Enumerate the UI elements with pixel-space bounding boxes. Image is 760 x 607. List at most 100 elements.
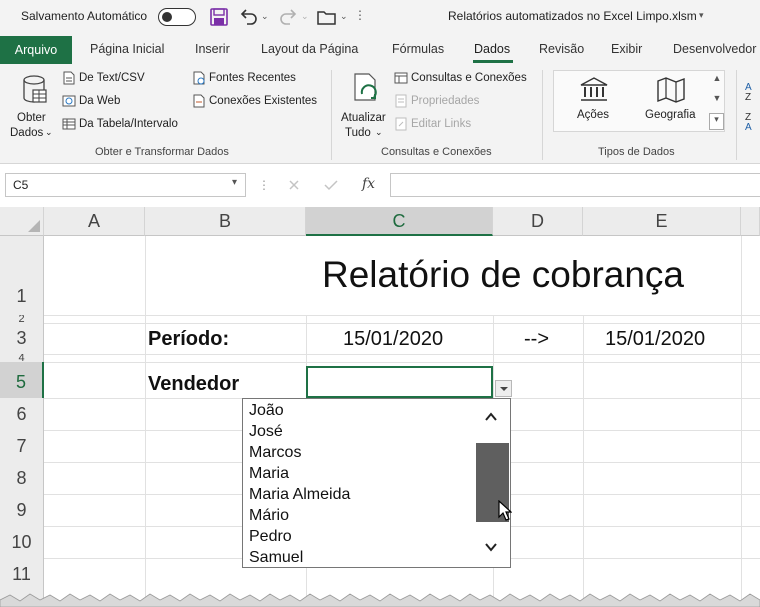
- gallery-scroll-up[interactable]: ▲: [710, 73, 724, 89]
- svg-text:Z: Z: [745, 92, 751, 103]
- text-file-icon: [63, 71, 75, 85]
- row-header-4[interactable]: 4: [0, 354, 44, 362]
- refresh-label-2: Tudo: [345, 127, 371, 139]
- open-folder-icon[interactable]: [316, 6, 338, 28]
- ribbon-separator: [542, 70, 543, 160]
- column-header-f[interactable]: [741, 207, 760, 236]
- row-header-2[interactable]: 2: [0, 315, 44, 323]
- from-text-csv-button[interactable]: De Text/CSV: [79, 72, 145, 84]
- select-all-icon: [28, 220, 40, 232]
- geography-label: Geografia: [645, 109, 696, 121]
- get-data-chevron-icon: ⌄: [45, 127, 53, 137]
- list-item[interactable]: João: [249, 402, 284, 420]
- gallery-scroll-down[interactable]: ▼: [710, 93, 724, 109]
- period-start: 15/01/2020: [343, 328, 444, 350]
- recent-sources-button[interactable]: Fontes Recentes: [209, 72, 296, 84]
- row-header-7[interactable]: 7: [0, 430, 44, 462]
- web-icon: [62, 95, 76, 107]
- gallery-expand[interactable]: ▾: [709, 113, 724, 130]
- edit-links-button[interactable]: Editar Links: [411, 118, 471, 130]
- period-end: 15/01/2020: [605, 328, 706, 350]
- row-header-1[interactable]: 1: [0, 236, 44, 315]
- tab-revisao[interactable]: Revisão: [539, 42, 584, 56]
- file-name[interactable]: Relatórios automatizados no Excel Limpo.…: [448, 9, 697, 23]
- list-item[interactable]: Mário: [249, 507, 289, 525]
- get-data-button[interactable]: Obter Dados ⌄: [8, 70, 58, 140]
- undo-icon[interactable]: [237, 6, 259, 28]
- customize-toolbar-icon[interactable]: ⋮: [354, 8, 366, 22]
- column-header-b[interactable]: B: [145, 207, 306, 236]
- gridline: [741, 236, 742, 607]
- get-data-label-1: Obter: [17, 112, 46, 124]
- refresh-chevron-icon: ⌄: [375, 127, 383, 137]
- enter-icon[interactable]: [324, 179, 338, 191]
- tab-desenvolvedor[interactable]: Desenvolvedor: [673, 42, 756, 56]
- edit-links-icon: [395, 117, 407, 131]
- tab-layout[interactable]: Layout da Página: [261, 42, 358, 56]
- from-web-button[interactable]: Da Web: [79, 95, 120, 107]
- ribbon-separator: [331, 70, 332, 160]
- ribbon: Obter Dados ⌄ De Text/CSV Da Web Da Tabe…: [0, 64, 760, 164]
- properties-button[interactable]: Propriedades: [411, 95, 479, 107]
- row-header-3[interactable]: 3: [0, 323, 44, 354]
- column-header-c[interactable]: C: [306, 207, 493, 236]
- undo-chevron-icon[interactable]: ⌄: [261, 11, 269, 22]
- recent-sources-icon: [193, 71, 205, 85]
- row-header-6[interactable]: 6: [0, 398, 44, 430]
- row-header-9[interactable]: 9: [0, 494, 44, 526]
- refresh-all-button[interactable]: Atualizar Tudo ⌄: [338, 70, 390, 140]
- formula-bar: C5 ▾ ⋮ fx: [0, 165, 760, 207]
- geography-button[interactable]: Geografia: [642, 75, 702, 127]
- autosave-toggle[interactable]: [158, 8, 196, 26]
- name-box[interactable]: C5 ▾: [5, 173, 246, 197]
- formula-input[interactable]: [390, 173, 760, 197]
- list-item[interactable]: Maria Almeida: [249, 486, 350, 504]
- list-item[interactable]: Pedro: [249, 528, 292, 546]
- column-header-d[interactable]: D: [493, 207, 583, 236]
- period-label: Período:: [148, 328, 230, 350]
- row-header-5[interactable]: 5: [0, 362, 44, 398]
- queries-connections-button[interactable]: Consultas e Conexões: [411, 72, 527, 84]
- sort-icon[interactable]: A Z Z A: [744, 80, 758, 130]
- seller-label: Vendedor: [148, 373, 240, 395]
- autosave-label: Salvamento Automático: [21, 9, 148, 23]
- from-table-button[interactable]: Da Tabela/Intervalo: [79, 118, 178, 130]
- tab-pagina-inicial[interactable]: Página Inicial: [90, 42, 164, 56]
- report-title: Relatório de cobrança: [322, 254, 684, 295]
- save-icon[interactable]: [208, 6, 230, 28]
- list-item[interactable]: José: [249, 423, 283, 441]
- tab-formulas[interactable]: Fórmulas: [392, 42, 444, 56]
- title-bar: Salvamento Automático ⌄ ⌄ ⌄ ⋮ Relatórios…: [0, 0, 760, 34]
- validation-dropdown-button[interactable]: [495, 380, 512, 397]
- cancel-icon[interactable]: [288, 179, 300, 191]
- tab-dados[interactable]: Dados: [474, 42, 510, 56]
- scroll-up-icon[interactable]: [484, 411, 498, 423]
- folder-chevron-icon[interactable]: ⌄: [340, 11, 348, 22]
- mouse-pointer-icon: [498, 500, 512, 521]
- file-name-chevron-icon[interactable]: ▾: [699, 10, 704, 21]
- redo-chevron-icon[interactable]: ⌄: [301, 11, 309, 22]
- list-item[interactable]: Samuel: [249, 549, 303, 567]
- redo-icon[interactable]: [278, 6, 300, 28]
- column-header-a[interactable]: A: [44, 207, 145, 236]
- list-item[interactable]: Marcos: [249, 444, 301, 462]
- map-icon: [657, 77, 685, 103]
- row-header-8[interactable]: 8: [0, 462, 44, 494]
- tab-arquivo[interactable]: Arquivo: [0, 36, 72, 64]
- row-header-10[interactable]: 10: [0, 526, 44, 558]
- active-cell-c5[interactable]: [306, 366, 493, 398]
- tab-inserir[interactable]: Inserir: [195, 42, 230, 56]
- select-all-corner[interactable]: [0, 207, 44, 236]
- existing-connections-button[interactable]: Conexões Existentes: [209, 95, 317, 107]
- properties-icon: [395, 94, 407, 108]
- stocks-button[interactable]: Ações: [564, 75, 624, 127]
- get-data-label-2: Dados: [10, 127, 44, 139]
- insert-function-icon[interactable]: fx: [362, 176, 375, 192]
- tab-exibir[interactable]: Exibir: [611, 42, 642, 56]
- gridline: [44, 362, 760, 363]
- gridline: [44, 315, 760, 316]
- name-box-chevron-icon[interactable]: ▾: [232, 177, 237, 188]
- scroll-down-icon[interactable]: [484, 541, 498, 553]
- list-item[interactable]: Maria: [249, 465, 289, 483]
- column-header-e[interactable]: E: [583, 207, 741, 236]
